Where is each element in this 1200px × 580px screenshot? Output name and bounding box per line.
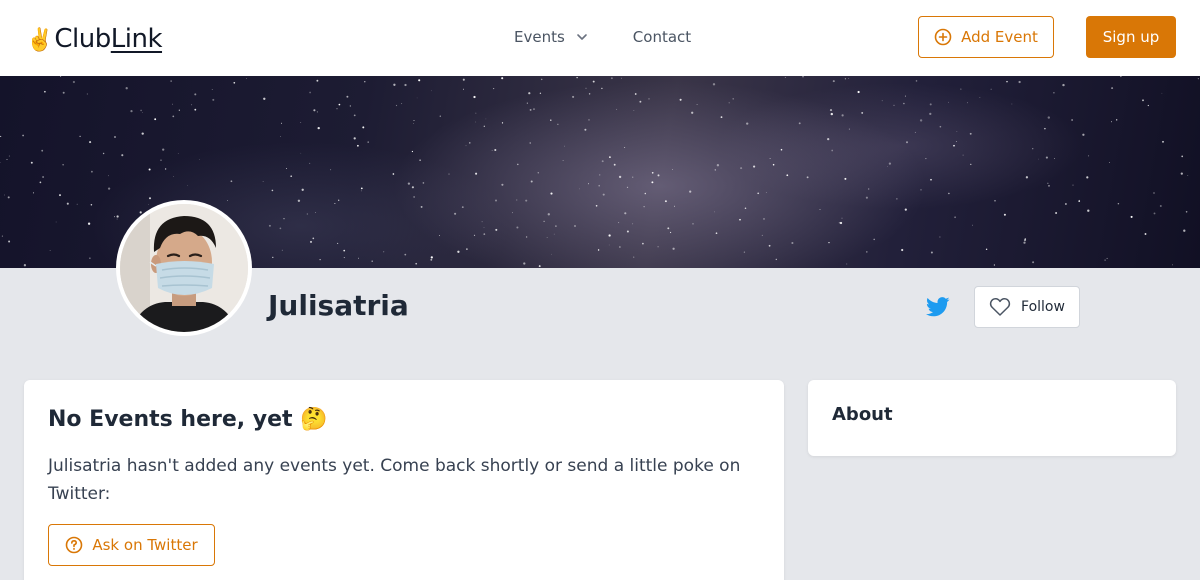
ask-on-twitter-button[interactable]: Ask on Twitter	[48, 524, 215, 566]
avatar-photo	[120, 204, 248, 332]
question-circle-icon	[66, 536, 83, 554]
about-card: About	[808, 380, 1176, 456]
victory-hand-icon: ✌️	[26, 28, 54, 53]
person-portrait-graphic	[120, 204, 248, 332]
twitter-icon	[926, 297, 950, 317]
events-card-title: No Events here, yet 🤔	[48, 407, 328, 432]
signup-button[interactable]: Sign up	[1086, 16, 1176, 58]
nav-item-contact-label: Contact	[632, 28, 692, 46]
nav-item-contact[interactable]: Contact	[633, 27, 691, 47]
add-event-label: Add Event	[961, 28, 1038, 46]
nav-item-events[interactable]: Events	[514, 27, 589, 47]
clublink-logo[interactable]: ✌️ Club Link	[26, 22, 163, 54]
avatar	[116, 200, 252, 336]
plus-circle-icon	[934, 28, 952, 46]
about-title: About	[832, 404, 893, 425]
signup-label: Sign up	[1102, 28, 1160, 46]
add-event-button[interactable]: Add Event	[918, 16, 1054, 58]
ask-on-twitter-label: Ask on Twitter	[92, 536, 198, 554]
events-card-message: Julisatria hasn't added any events yet. …	[48, 456, 741, 504]
nav-item-events-label: Events	[514, 28, 565, 46]
chevron-down-icon	[576, 34, 587, 40]
heart-icon	[989, 298, 1011, 316]
main-nav: Events Contact	[514, 27, 691, 47]
follow-button[interactable]: Follow	[974, 286, 1080, 328]
follow-label: Follow	[1021, 299, 1065, 315]
twitter-profile-link[interactable]	[926, 296, 950, 318]
events-card: No Events here, yet 🤔 Julisatria hasn't …	[24, 380, 784, 580]
logo-text-club: Club	[54, 24, 111, 54]
logo-text-link: Link	[110, 24, 163, 54]
site-header: ✌️ Club Link Events Contact Add Event Si…	[0, 0, 1200, 76]
profile-name: Julisatria	[268, 289, 409, 322]
